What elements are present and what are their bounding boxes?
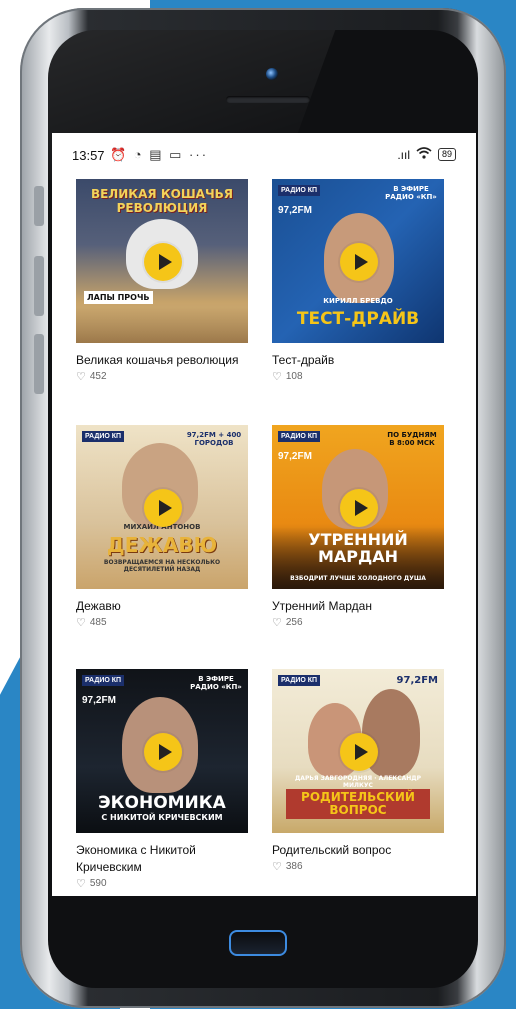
speaker-grille bbox=[226, 96, 310, 103]
home-button[interactable] bbox=[229, 930, 287, 956]
cover-frequency: 97,2FM bbox=[396, 675, 438, 686]
play-button[interactable] bbox=[144, 733, 182, 771]
volume-up-button bbox=[34, 256, 44, 316]
cover-band bbox=[76, 307, 248, 343]
cover-host-name: КИРИЛЛ БРЕВДО bbox=[323, 297, 393, 305]
play-button[interactable] bbox=[144, 489, 182, 527]
cover-sign: ЛАПЫ ПРОЧЬ bbox=[84, 291, 153, 304]
podcast-cover[interactable]: РАДИО КП 97,2FM + 400 ГОРОДОВ МИХАИЛ АНТ… bbox=[76, 425, 248, 589]
podcast-cover[interactable]: РАДИО КП 97,2FM ПО БУДНЯМ В 8:00 МСК УТР… bbox=[272, 425, 444, 589]
play-button[interactable] bbox=[340, 489, 378, 527]
app-screen: 13:57 ⏰ ◔ ▤ ▭ ··· .ııl 89 ВЕЛИКАЯ КОШАЧЬ… bbox=[52, 133, 476, 896]
radio-logo: РАДИО КП bbox=[82, 675, 125, 686]
heart-icon[interactable]: ♡ bbox=[272, 860, 282, 873]
likes-count: ♡ 256 bbox=[272, 616, 444, 629]
podcast-title[interactable]: Дежавю bbox=[76, 598, 248, 615]
play-button[interactable] bbox=[340, 243, 378, 281]
cover-title: ТЕСТ-ДРАЙВ bbox=[296, 309, 420, 329]
cover-title: РОДИТЕЛЬСКИЙ ВОПРОС bbox=[286, 789, 430, 819]
likes-value: 485 bbox=[89, 617, 107, 628]
cover-subtitle: С НИКИТОЙ КРИЧЕВСКИМ bbox=[101, 813, 223, 822]
cover-frequency: 97,2FM bbox=[278, 451, 312, 462]
radio-logo: РАДИО КП bbox=[278, 675, 321, 686]
likes-count: ♡ 452 bbox=[76, 370, 248, 383]
cover-title: ДЕЖАВЮ bbox=[106, 533, 218, 557]
podcast-cover[interactable]: РАДИО КП 97,2FM В ЭФИРЕ РАДИО «КП» КИРИЛ… bbox=[272, 179, 444, 343]
cover-frequency: 97,2FM bbox=[278, 205, 312, 216]
likes-value: 452 bbox=[89, 371, 107, 382]
podcast-card[interactable]: РАДИО КП 97,2FM ДАРЬЯ ЗАВГОРОДНЯЯ · АЛЕК… bbox=[272, 669, 444, 873]
likes-value: 590 bbox=[89, 878, 107, 889]
likes-count: ♡ 386 bbox=[272, 860, 444, 873]
podcast-grid: ВЕЛИКАЯ КОШАЧЬЯ РЕВОЛЮЦИЯ ЛАПЫ ПРОЧЬ Вел… bbox=[52, 133, 476, 896]
podcast-title[interactable]: Утренний Мардан bbox=[272, 598, 444, 615]
likes-count: ♡ 485 bbox=[76, 616, 248, 629]
podcast-title[interactable]: Тест-драйв bbox=[272, 352, 444, 369]
camera-icon bbox=[266, 68, 278, 80]
likes-value: 386 bbox=[285, 861, 303, 872]
heart-icon[interactable]: ♡ bbox=[76, 877, 86, 890]
cover-frequency: 97,2FM bbox=[82, 695, 116, 706]
radio-logo: РАДИО КП bbox=[278, 431, 321, 442]
heart-icon[interactable]: ♡ bbox=[76, 616, 86, 629]
volume-down-button bbox=[34, 334, 44, 394]
podcast-title[interactable]: Великая кошачья революция bbox=[76, 352, 248, 369]
cover-subtitle: ВОЗВРАЩАЕМСЯ НА НЕСКОЛЬКО ДЕСЯТИЛЕТИЙ НА… bbox=[103, 559, 221, 573]
likes-count: ♡ 108 bbox=[272, 370, 444, 383]
cover-title: ЭКОНОМИКА bbox=[98, 793, 226, 813]
mute-switch bbox=[34, 186, 44, 226]
heart-icon[interactable]: ♡ bbox=[76, 370, 86, 383]
heart-icon[interactable]: ♡ bbox=[272, 616, 282, 629]
play-button[interactable] bbox=[340, 733, 378, 771]
cover-badge: В ЭФИРЕ РАДИО «КП» bbox=[190, 675, 242, 691]
cover-title: УТРЕННИЙ МАРДАН bbox=[308, 530, 408, 566]
podcast-cover[interactable]: РАДИО КП 97,2FM В ЭФИРЕ РАДИО «КП» ЭКОНО… bbox=[76, 669, 248, 833]
play-button[interactable] bbox=[144, 243, 182, 281]
podcast-card[interactable]: ВЕЛИКАЯ КОШАЧЬЯ РЕВОЛЮЦИЯ ЛАПЫ ПРОЧЬ Вел… bbox=[76, 179, 248, 383]
radio-logo: РАДИО КП bbox=[82, 431, 125, 442]
cover-title: ВЕЛИКАЯ КОШАЧЬЯ РЕВОЛЮЦИЯ bbox=[90, 187, 234, 215]
podcast-card[interactable]: РАДИО КП 97,2FM + 400 ГОРОДОВ МИХАИЛ АНТ… bbox=[76, 425, 248, 629]
radio-logo: РАДИО КП bbox=[278, 185, 321, 196]
podcast-cover[interactable]: ВЕЛИКАЯ КОШАЧЬЯ РЕВОЛЮЦИЯ ЛАПЫ ПРОЧЬ bbox=[76, 179, 248, 343]
podcast-card[interactable]: РАДИО КП 97,2FM В ЭФИРЕ РАДИО «КП» КИРИЛ… bbox=[272, 179, 444, 383]
cover-badge: В ЭФИРЕ РАДИО «КП» bbox=[385, 185, 437, 201]
podcast-card[interactable]: РАДИО КП 97,2FM В ЭФИРЕ РАДИО «КП» ЭКОНО… bbox=[76, 669, 248, 890]
cover-host-names: ДАРЬЯ ЗАВГОРОДНЯЯ · АЛЕКСАНДР МИЛКУС bbox=[294, 775, 422, 789]
podcast-card[interactable]: РАДИО КП 97,2FM ПО БУДНЯМ В 8:00 МСК УТР… bbox=[272, 425, 444, 629]
likes-value: 256 bbox=[285, 617, 303, 628]
cover-subtitle: ВЗБОДРИТ ЛУЧШЕ ХОЛОДНОГО ДУША bbox=[290, 575, 426, 582]
podcast-cover[interactable]: РАДИО КП 97,2FM ДАРЬЯ ЗАВГОРОДНЯЯ · АЛЕК… bbox=[272, 669, 444, 833]
likes-value: 108 bbox=[285, 371, 303, 382]
podcast-title[interactable]: Родительский вопрос bbox=[272, 842, 444, 859]
podcast-title[interactable]: Экономика с Никитой Кричевским bbox=[76, 842, 248, 876]
cover-frequency: 97,2FM + 400 ГОРОДОВ bbox=[186, 431, 242, 447]
heart-icon[interactable]: ♡ bbox=[272, 370, 282, 383]
cover-badge: ПО БУДНЯМ В 8:00 МСК bbox=[387, 431, 437, 447]
likes-count: ♡ 590 bbox=[76, 877, 248, 890]
